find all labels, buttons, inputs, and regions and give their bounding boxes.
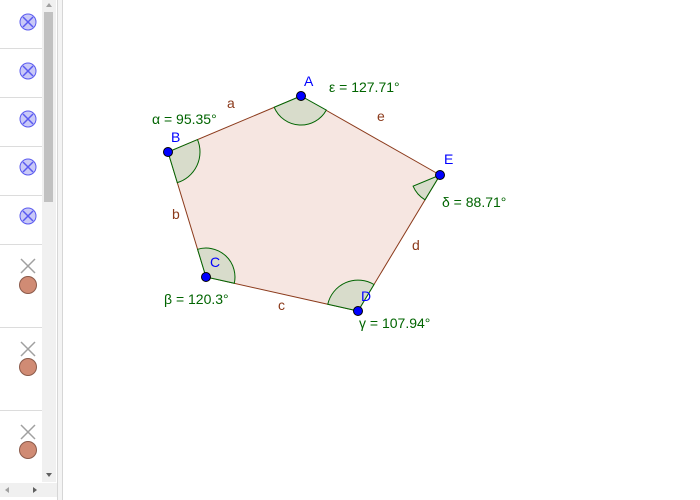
- visibility-off-icon[interactable]: [18, 61, 38, 81]
- point-label-D: D: [361, 288, 371, 304]
- point-C[interactable]: [201, 272, 211, 282]
- algebra-view: [0, 0, 57, 500]
- visibility-on-icon[interactable]: [18, 440, 38, 460]
- algebra-row[interactable]: [0, 49, 42, 98]
- algebra-row[interactable]: [0, 98, 42, 147]
- angle-label-alpha: α = 95.35°: [152, 111, 217, 127]
- visibility-on-icon[interactable]: [18, 275, 38, 295]
- close-icon[interactable]: [19, 423, 37, 441]
- visibility-on-icon[interactable]: [18, 357, 38, 377]
- scroll-down-icon[interactable]: [44, 470, 54, 480]
- edge-label-b: b: [172, 206, 180, 222]
- angle-label-gamma: γ = 107.94°: [359, 315, 430, 331]
- visibility-off-icon[interactable]: [18, 206, 38, 226]
- edge-label-a: a: [227, 95, 235, 111]
- algebra-row[interactable]: [0, 245, 42, 328]
- point-label-E: E: [444, 151, 453, 167]
- scroll-up-icon[interactable]: [44, 0, 54, 10]
- angle-label-beta: β = 120.3°: [164, 291, 229, 307]
- panel-divider[interactable]: [57, 0, 63, 500]
- close-icon[interactable]: [19, 340, 37, 358]
- close-icon[interactable]: [19, 257, 37, 275]
- point-D[interactable]: [353, 306, 363, 316]
- point-E[interactable]: [435, 170, 445, 180]
- algebra-row[interactable]: [0, 328, 42, 411]
- vertical-scrollbar[interactable]: [42, 0, 56, 482]
- visibility-off-icon[interactable]: [18, 12, 38, 32]
- point-label-B: B: [171, 129, 180, 145]
- point-label-A: A: [304, 73, 314, 89]
- scroll-right-icon[interactable]: [30, 485, 40, 495]
- edge-label-e: e: [377, 108, 385, 124]
- point-A[interactable]: [296, 91, 306, 101]
- algebra-row[interactable]: [0, 147, 42, 196]
- visibility-off-icon[interactable]: [18, 157, 38, 177]
- algebra-row[interactable]: [0, 196, 42, 245]
- scrollbar-thumb[interactable]: [44, 12, 53, 202]
- algebra-row[interactable]: [0, 0, 42, 49]
- angle-label-delta: δ = 88.71°: [442, 194, 506, 210]
- horizontal-scrollbar[interactable]: [0, 483, 57, 497]
- algebra-row[interactable]: [0, 411, 42, 483]
- angle-label-epsilon: ε = 127.71°: [329, 79, 400, 95]
- edge-label-c: c: [278, 297, 285, 313]
- graphics-view[interactable]: a b c d e α = 95.35° β = 120.3° γ = 107.…: [64, 0, 700, 500]
- point-label-C: C: [210, 254, 220, 270]
- point-B[interactable]: [163, 147, 173, 157]
- edge-label-d: d: [412, 237, 420, 253]
- visibility-off-icon[interactable]: [18, 109, 38, 129]
- scroll-left-icon[interactable]: [2, 485, 12, 495]
